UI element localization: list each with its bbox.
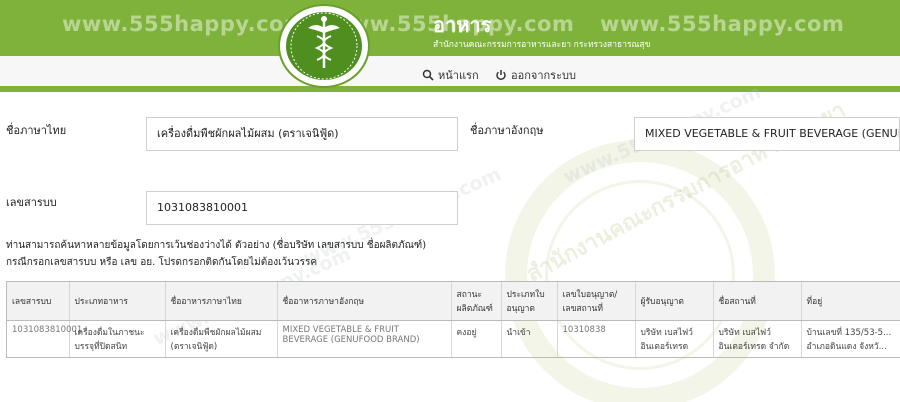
nav-bar: หน้าแรก ออกจากระบบ <box>0 56 900 92</box>
column-header: เลขสารบบ <box>7 282 70 321</box>
eng-name-label: ชื่อภาษาอังกฤษ <box>470 124 544 137</box>
column-header: ชื่อสถานที่ <box>713 282 802 321</box>
cell-place-name: บริษัท เบสไฟว์ อินเตอร์เทรด จำกัด <box>713 320 802 358</box>
column-header: ประเภทอาหาร <box>69 282 166 321</box>
cell-food-type: เครื่องดื่มในภาชนะบรรจุที่ปิดสนิท <box>69 320 166 358</box>
reg-no-label: เลขสารบบ <box>6 196 57 209</box>
cell-eng-name: MIXED VEGETABLE & FRUIT BEVERAGE (GENUFO… <box>277 320 452 358</box>
nav-logout-label: ออกจากระบบ <box>511 69 576 82</box>
table-row[interactable]: 1031083810001 เครื่องดื่มในภาชนะบรรจุที่… <box>7 320 900 358</box>
column-header: ผู้รับอนุญาต <box>635 282 714 321</box>
site-subtitle: สำนักงานคณะกรรมการอาหารและยา กระทรวงสาธา… <box>433 40 651 50</box>
column-header: สถานะผลิตภัณฑ์ <box>451 282 502 321</box>
search-hint-line1: ท่านสามารถค้นหาหลายข้อมูลโดยการเว้นช่องว… <box>6 240 427 251</box>
search-hint-line2: กรณีกรอกเลขสารบบ หรือ เลข อย. โปรดกรอกติ… <box>6 257 318 268</box>
results-table: เลขสารบบ ประเภทอาหาร ชื่ออาหารภาษาไทย ชื… <box>6 281 900 358</box>
power-icon <box>496 70 506 80</box>
search-icon <box>422 69 434 81</box>
eng-name-input[interactable]: MIXED VEGETABLE & FRUIT BEVERAGE (GENUFO… <box>634 117 900 151</box>
watermark-text: www.555happy.com <box>600 12 845 36</box>
column-header: ชื่ออาหารภาษาไทย <box>165 282 278 321</box>
cell-license-no: 10310838 <box>557 320 636 358</box>
cell-thai-name: เครื่องดื่มพืชผักผลไม้ผสม (ตราเจนิฟู้ด) <box>165 320 278 358</box>
column-header: ที่อยู่ <box>801 282 900 321</box>
fda-logo <box>278 4 370 88</box>
nav-home-link[interactable]: หน้าแรก <box>422 66 479 84</box>
reg-no-input[interactable]: 1031083810001 <box>146 191 458 225</box>
column-header: ประเภทใบอนุญาต <box>501 282 558 321</box>
column-header: เลขใบอนุญาต/เลขสถานที่ <box>557 282 636 321</box>
nav-logout-link[interactable]: ออกจากระบบ <box>495 66 576 84</box>
nav-home-label: หน้าแรก <box>438 69 479 82</box>
cell-licensee: บริษัท เบสไฟว์ อินเตอร์เทรด <box>635 320 714 358</box>
table-header-row: เลขสารบบ ประเภทอาหาร ชื่ออาหารภาษาไทย ชื… <box>7 282 900 321</box>
cell-license-type: นำเข้า <box>501 320 558 358</box>
column-header: ชื่ออาหารภาษาอังกฤษ <box>277 282 452 321</box>
cell-reg-no: 1031083810001 <box>7 320 82 358</box>
cell-status: คงอยู่ <box>451 320 502 358</box>
cell-address: บ้านเลขที่ 135/53-5... อำเภอดินแดง จังหว… <box>801 320 900 358</box>
thai-name-input[interactable]: เครื่องดื่มพืชผักผลไม้ผสม (ตราเจนิฟู้ด) <box>146 117 458 151</box>
watermark-text: www.555happy.com <box>62 12 307 36</box>
thai-name-label: ชื่อภาษาไทย <box>6 124 67 137</box>
